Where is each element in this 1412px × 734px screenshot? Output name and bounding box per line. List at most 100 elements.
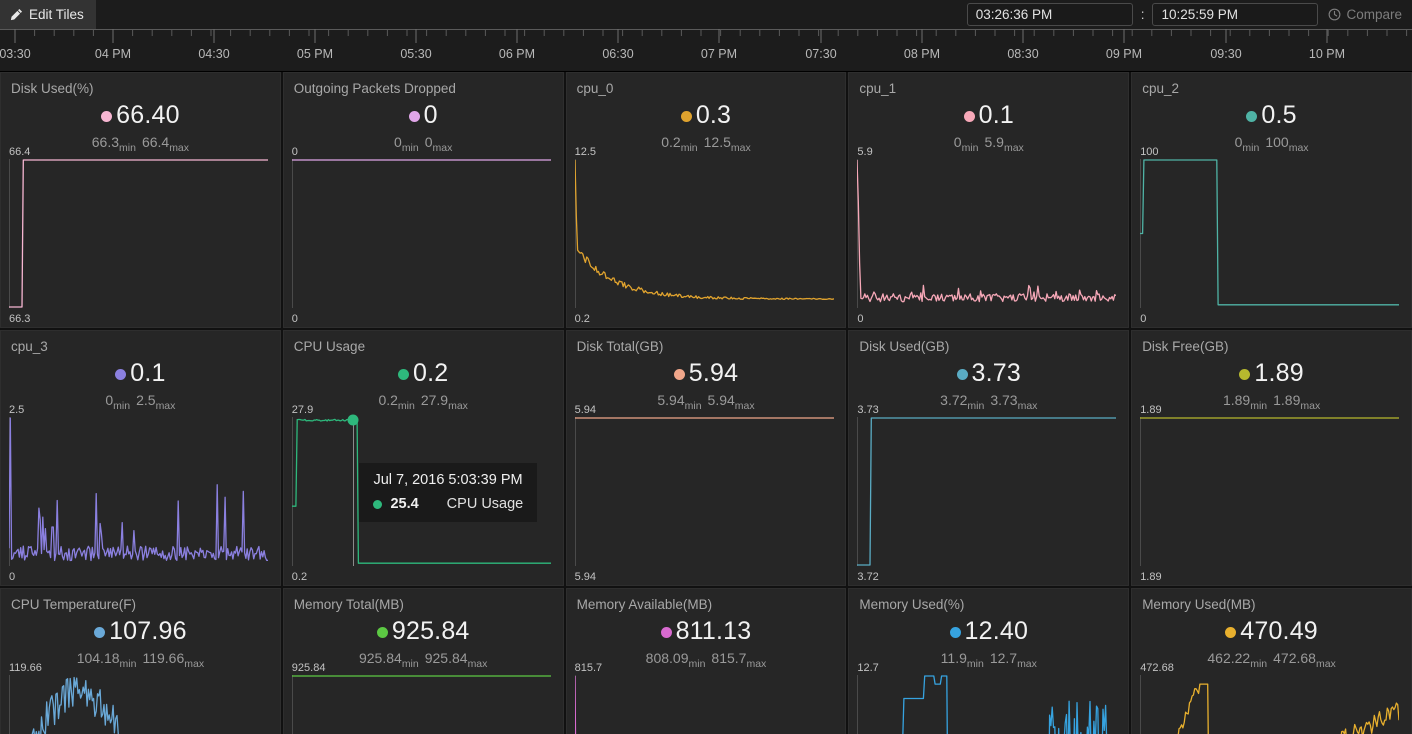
sparkline-container[interactable]: 472.68: [1132, 662, 1411, 734]
series-color-dot: [376, 627, 388, 638]
y-axis-max-label: 27.9: [291, 404, 314, 416]
tile-value-text: 107.96: [109, 617, 187, 645]
tooltip-timestamp: Jul 7, 2016 5:03:39 PM: [373, 472, 523, 489]
tile-value-text: 66.40: [116, 101, 180, 129]
sparkline-chart: [1140, 675, 1400, 734]
ruler-tick-label: 05:30: [400, 47, 432, 61]
tile-current-value: 12.40: [949, 619, 1029, 644]
time-separator: :: [1140, 7, 1145, 22]
sparkline-container[interactable]: 3.73 3.72: [849, 404, 1128, 585]
tile-value-text: 0.1: [130, 359, 166, 387]
ruler-tick-label: 06 PM: [498, 47, 536, 61]
ruler-tick-label: 05 PM: [296, 47, 334, 61]
sparkline-container[interactable]: 27.9 0.2 Jul 7, 2016 5:03:39 PM 25.4 CPU Usa…: [284, 404, 563, 585]
metric-tile[interactable]: Disk Total(GB) 5.94 5.94min 5.94max 5.94 5.94: [565, 330, 847, 586]
y-axis-min-label: 5.94: [574, 571, 597, 583]
ruler-tick-label: 08 PM: [903, 47, 941, 61]
toolbar: Edit Tiles : Compare: [0, 0, 1412, 29]
sparkline-container[interactable]: 100 0: [1132, 146, 1411, 327]
tile-current-value: 107.96: [94, 619, 187, 644]
edit-tiles-button[interactable]: Edit Tiles: [0, 0, 96, 29]
sparkline-container[interactable]: 1.89 1.89: [1132, 404, 1411, 585]
sparkline-chart: [1140, 417, 1400, 566]
metric-tile[interactable]: Outgoing Packets Dropped 0 0min 0max 0 0: [282, 72, 564, 328]
y-axis-max-label: 2.5: [9, 404, 25, 416]
sparkline-container[interactable]: 00: [284, 146, 563, 327]
edit-tiles-label: Edit Tiles: [29, 7, 84, 22]
metric-tile-grid: Disk Used(%) 66.40 66.3min 66.4max 66.4 66.3 O…: [0, 72, 1412, 734]
tile-value-text: 0.5: [1261, 101, 1297, 129]
tile-value-text: 0.2: [413, 359, 449, 387]
series-color-dot: [1246, 111, 1258, 122]
tooltip-crosshair: [353, 417, 355, 566]
end-time-input[interactable]: [1152, 3, 1319, 26]
timeline-ruler[interactable]: 03:30 04 PM 04:30 05 PM 05:30 06 PM 06:30 07 PM…: [0, 29, 1412, 72]
metric-tile[interactable]: Memory Available(MB) 811.13 808.09min 815.7…: [565, 588, 847, 734]
metric-tile[interactable]: cpu_0 0.3 0.2min 12.5max 12.5 0.2: [565, 72, 847, 328]
ruler-tick-label: 04:30: [198, 47, 230, 61]
metric-tile[interactable]: cpu_3 0.1 0min 2.5max 2.5 0: [0, 330, 281, 586]
y-axis-max-label: 5.94: [574, 404, 597, 416]
sparkline-chart: [574, 417, 834, 566]
metric-tile[interactable]: CPU Usage 0.2 0.2min 27.9max 27.9 0.2 Jul 7, 2…: [282, 330, 564, 586]
tile-current-value: 0.3: [680, 101, 732, 129]
series-color-dot: [398, 369, 410, 380]
series-color-dot: [963, 111, 975, 122]
metric-tile[interactable]: Memory Total(MB) 925.84 925.84min 925.84max…: [282, 588, 564, 734]
metric-tile[interactable]: Disk Used(GB) 3.73 3.72min 3.73max 3.73 3.72: [848, 330, 1130, 586]
tile-current-value: 3.73: [956, 359, 1022, 387]
y-axis-max-label: 1.89: [1140, 404, 1162, 416]
tile-title: cpu_2: [1142, 81, 1179, 96]
ruler-tick-label: 09 PM: [1105, 47, 1143, 61]
tile-value-text: 3.73: [971, 359, 1022, 387]
tile-title: cpu_3: [11, 339, 48, 354]
metric-tile[interactable]: cpu_1 0.1 0min 5.9max 5.9 0: [848, 72, 1130, 328]
metric-tile[interactable]: Disk Free(GB) 1.89 1.89min 1.89max 1.89 1.89: [1131, 330, 1412, 586]
series-color-dot: [1225, 627, 1237, 638]
y-axis-max-label: 12.7: [857, 662, 879, 674]
series-color-dot: [949, 627, 961, 638]
metric-tile[interactable]: CPU Temperature(F) 107.96 104.18min 119.66m…: [0, 588, 281, 734]
tile-current-value: 0.2: [398, 361, 448, 386]
y-axis-max-label: 925.84: [291, 662, 326, 674]
tile-current-value: 470.49: [1225, 619, 1318, 644]
ruler-tick-label: 08:30: [1007, 47, 1039, 61]
sparkline-container[interactable]: 815.7: [567, 662, 846, 734]
metric-tile[interactable]: Memory Used(%) 12.40 11.9min 12.7max 12.7: [848, 588, 1130, 734]
tile-value-text: 5.94: [688, 359, 739, 387]
tile-value-text: 0.3: [695, 101, 732, 129]
sparkline-container[interactable]: 925.84: [284, 662, 563, 734]
y-axis-min-label: 66.3: [9, 313, 31, 325]
metric-tile[interactable]: Disk Used(%) 66.40 66.3min 66.4max 66.4 66.3: [0, 72, 281, 328]
tile-title: Disk Used(GB): [859, 339, 950, 354]
tile-title: Disk Used(%): [11, 81, 94, 96]
series-color-dot: [660, 627, 672, 638]
metric-tile[interactable]: Memory Used(MB) 470.49 462.22min 472.68max 4…: [1131, 588, 1412, 734]
tile-title: Memory Used(MB): [1142, 597, 1256, 612]
tile-value-text: 811.13: [675, 617, 752, 645]
sparkline-container[interactable]: 66.4 66.3: [1, 146, 280, 327]
sparkline-container[interactable]: 5.9 0: [849, 146, 1128, 327]
time-range-controls: : Compare: [966, 0, 1406, 29]
ruler-tick-label: 10 PM: [1308, 47, 1346, 61]
sparkline-chart: [1140, 159, 1400, 308]
start-time-input[interactable]: [966, 3, 1133, 26]
tile-title: CPU Temperature(F): [11, 597, 137, 612]
tile-title: Memory Total(MB): [293, 597, 404, 612]
sparkline-container[interactable]: 5.94 5.94: [567, 404, 846, 585]
sparkline-container[interactable]: 12.7: [849, 662, 1128, 734]
sparkline-container[interactable]: 2.5 0: [1, 404, 280, 585]
metric-tile[interactable]: cpu_2 0.5 0min 100max 100 0: [1131, 72, 1412, 328]
y-axis-min-label: 0: [291, 313, 298, 325]
y-axis-max-label: 0: [291, 146, 298, 158]
sparkline-container[interactable]: 12.5 0.2: [567, 146, 846, 327]
series-color-dot: [115, 369, 127, 380]
ruler-tick-label: 07 PM: [700, 47, 738, 61]
y-axis-min-label: 0: [9, 571, 16, 583]
compare-label: Compare: [1346, 7, 1402, 22]
tile-current-value: 811.13: [660, 617, 752, 645]
sparkline-container[interactable]: 119.66: [1, 662, 280, 734]
tile-current-value: 66.40: [101, 103, 180, 128]
tile-title: Disk Total(GB): [576, 339, 664, 354]
compare-button[interactable]: Compare: [1328, 7, 1402, 22]
